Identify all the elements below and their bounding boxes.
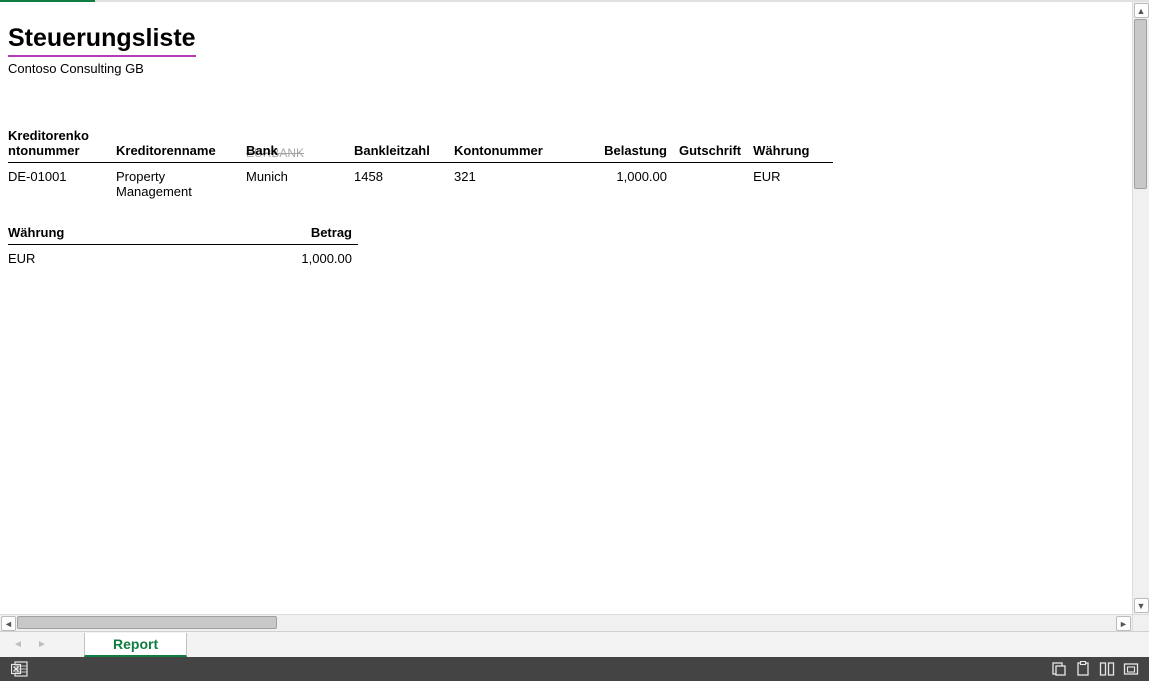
- col-gutschrift: Gutschrift: [679, 126, 753, 163]
- summary-header-row: Währung Betrag: [8, 223, 358, 245]
- cell-waehrung: EUR: [753, 163, 833, 202]
- scroll-right-arrow-icon[interactable]: ►: [1116, 616, 1131, 631]
- col-kreditorenkontonummer: Kreditorenko ntonummer: [8, 126, 116, 163]
- col-bankleitzahl: Bankleitzahl: [354, 126, 454, 163]
- vscroll-thumb[interactable]: [1134, 19, 1147, 189]
- status-bar: [0, 657, 1149, 681]
- excel-logo-icon[interactable]: [8, 657, 32, 681]
- sheet-tab-strip: ◄ ► Report: [0, 631, 1149, 657]
- vscroll-track[interactable]: [1133, 19, 1149, 597]
- table-header-row: Kreditorenko ntonummer Kreditorenname Ba…: [8, 126, 833, 163]
- hscroll-track[interactable]: [17, 615, 1115, 631]
- page-layout-icon[interactable]: [1095, 657, 1119, 681]
- scol-betrag: Betrag: [248, 223, 358, 245]
- scol-waehrung: Währung: [8, 223, 248, 245]
- fullscreen-icon[interactable]: [1119, 657, 1143, 681]
- report-title: Steuerungsliste: [8, 24, 196, 57]
- scell-waehrung: EUR: [8, 245, 248, 269]
- cell-kontonummer: 321: [454, 163, 574, 202]
- cell-bankleitzahl: 1458: [354, 163, 454, 202]
- col-waehrung: Währung: [753, 126, 833, 163]
- document-viewport: Steuerungsliste Contoso Consulting GB Kr…: [0, 2, 1149, 614]
- tab-nav-prev-icon[interactable]: ◄: [12, 639, 24, 651]
- cell-gutschrift: [679, 163, 753, 202]
- table-row: DE-01001 Property Management EURBANK Mun…: [8, 163, 833, 202]
- sheet-tab-report[interactable]: Report: [84, 633, 187, 657]
- summary-table: Währung Betrag EUR 1,000.00: [8, 223, 358, 268]
- scell-betrag: 1,000.00: [248, 245, 358, 269]
- horizontal-scrollbar[interactable]: ◄ ►: [0, 614, 1149, 631]
- report-content: Steuerungsliste Contoso Consulting GB Kr…: [0, 2, 1132, 614]
- scroll-left-arrow-icon[interactable]: ◄: [1, 616, 16, 631]
- vertical-scrollbar[interactable]: ▲ ▼: [1132, 2, 1149, 614]
- scrollbar-corner: [1132, 615, 1149, 632]
- cell-bank-ghost: EURBANK: [246, 146, 304, 160]
- scroll-up-arrow-icon[interactable]: ▲: [1134, 3, 1149, 18]
- summary-row: EUR 1,000.00: [8, 245, 358, 269]
- cell-belastung: 1,000.00: [574, 163, 679, 202]
- clipboard-icon[interactable]: [1071, 657, 1095, 681]
- cell-bank: EURBANK Munich: [246, 163, 354, 202]
- col-kontonummer: Kontonummer: [454, 126, 574, 163]
- cell-bank-value: Munich: [246, 169, 288, 184]
- app-frame: Steuerungsliste Contoso Consulting GB Kr…: [0, 2, 1149, 681]
- hscroll-thumb[interactable]: [17, 616, 277, 629]
- main-data-table: Kreditorenko ntonummer Kreditorenname Ba…: [8, 126, 833, 201]
- cell-kreditorenname: Property Management: [116, 163, 246, 202]
- copy-icon[interactable]: [1047, 657, 1071, 681]
- scroll-down-arrow-icon[interactable]: ▼: [1134, 598, 1149, 613]
- col-belastung: Belastung: [574, 126, 679, 163]
- cell-kreditorenkontonummer: DE-01001: [8, 163, 116, 202]
- company-name: Contoso Consulting GB: [8, 61, 1124, 76]
- tab-nav-next-icon[interactable]: ►: [36, 639, 48, 651]
- col-kreditorenname: Kreditorenname: [116, 126, 246, 163]
